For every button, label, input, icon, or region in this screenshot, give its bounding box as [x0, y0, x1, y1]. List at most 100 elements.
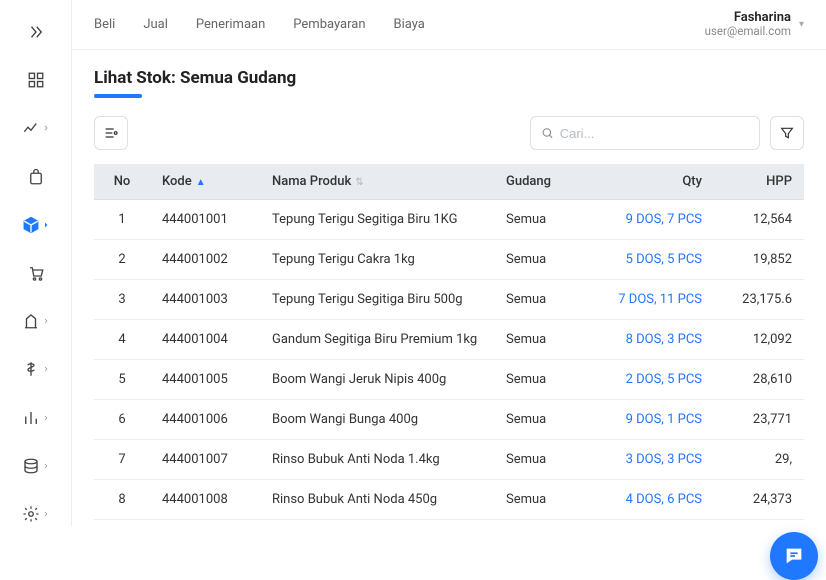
chevron-right-icon [42, 124, 50, 132]
sidebar-item-dashboard[interactable] [16, 68, 56, 92]
cart-icon [27, 264, 45, 282]
qty-link[interactable]: 9 DOS, 1 PCS [626, 412, 702, 427]
cell-nama: Boom Wangi Jeruk Nipis 400g [260, 360, 494, 400]
main-area: Beli Jual Penerimaan Pembayaran Biaya Fa… [72, 0, 826, 526]
chevron-right-icon [42, 221, 50, 229]
chart-line-icon [22, 119, 40, 137]
sidebar-item-analytics[interactable] [16, 116, 56, 140]
filter-button[interactable] [770, 116, 804, 150]
cell-hpp: 29, [714, 440, 804, 480]
topnav-beli[interactable]: Beli [94, 17, 115, 32]
sidebar-item-building[interactable] [16, 309, 56, 333]
filter-icon [779, 125, 795, 141]
qty-link[interactable]: 2 DOS, 5 PCS [626, 372, 702, 387]
cell-kode: 444001005 [150, 360, 260, 400]
stock-table: No Kode▲ Nama Produk⇅ Gudang Qty HPP 144… [94, 164, 804, 520]
chat-icon [783, 545, 805, 567]
cell-gudang: Semua [494, 480, 584, 520]
cell-no: 4 [94, 320, 150, 360]
user-menu[interactable]: Fasharina user@email.com ▾ [705, 10, 804, 39]
cell-kode: 444001008 [150, 480, 260, 520]
user-name: Fasharina [705, 10, 791, 26]
qty-link[interactable]: 3 DOS, 3 PCS [626, 452, 702, 467]
sidebar-item-database[interactable] [16, 454, 56, 478]
grid-icon [27, 71, 45, 89]
cell-nama: Tepung Terigu Segitiga Biru 500g [260, 280, 494, 320]
cell-hpp: 23,175.6 [714, 280, 804, 320]
col-hpp[interactable]: HPP [714, 164, 804, 200]
toolbar [94, 116, 804, 150]
cell-qty: 5 DOS, 5 PCS [584, 240, 714, 280]
cell-kode: 444001006 [150, 400, 260, 440]
cell-qty: 3 DOS, 3 PCS [584, 440, 714, 480]
cell-qty: 8 DOS, 3 PCS [584, 320, 714, 360]
bag-icon [27, 168, 45, 186]
database-icon [22, 457, 40, 475]
cell-no: 5 [94, 360, 150, 400]
cell-hpp: 24,373 [714, 480, 804, 520]
table-row[interactable]: 7444001007Rinso Bubuk Anti Noda 1.4kgSem… [94, 440, 804, 480]
sidebar-toggle[interactable] [16, 20, 56, 44]
topnav-penerimaan[interactable]: Penerimaan [196, 17, 265, 32]
topnav-jual[interactable]: Jual [143, 17, 168, 32]
dollar-icon [22, 360, 40, 378]
sidebar-item-reports[interactable] [16, 406, 56, 430]
cell-kode: 444001003 [150, 280, 260, 320]
col-nama[interactable]: Nama Produk⇅ [260, 164, 494, 200]
cell-hpp: 28,610 [714, 360, 804, 400]
table-row[interactable]: 1444001001Tepung Terigu Segitiga Biru 1K… [94, 200, 804, 240]
table-row[interactable]: 3444001003Tepung Terigu Segitiga Biru 50… [94, 280, 804, 320]
table-row[interactable]: 8444001008Rinso Bubuk Anti Noda 450gSemu… [94, 480, 804, 520]
qty-link[interactable]: 5 DOS, 5 PCS [626, 252, 702, 267]
table-header-row: No Kode▲ Nama Produk⇅ Gudang Qty HPP [94, 164, 804, 200]
chat-fab[interactable] [770, 532, 818, 580]
topnav-biaya[interactable]: Biaya [394, 17, 425, 32]
col-no[interactable]: No [94, 164, 150, 200]
sort-asc-icon: ▲ [196, 177, 206, 188]
table-row[interactable]: 2444001002Tepung Terigu Cakra 1kgSemua5 … [94, 240, 804, 280]
topnav: Beli Jual Penerimaan Pembayaran Biaya Fa… [72, 0, 826, 50]
qty-link[interactable]: 7 DOS, 11 PCS [618, 292, 702, 307]
cell-no: 7 [94, 440, 150, 480]
table-row[interactable]: 5444001005Boom Wangi Jeruk Nipis 400gSem… [94, 360, 804, 400]
cell-hpp: 23,771 [714, 400, 804, 440]
table-row[interactable]: 4444001004Gandum Segitiga Biru Premium 1… [94, 320, 804, 360]
sidebar-item-inventory[interactable] [16, 213, 56, 237]
col-qty[interactable]: Qty [584, 164, 714, 200]
list-settings-icon [103, 125, 119, 141]
cell-gudang: Semua [494, 360, 584, 400]
sidebar-item-finance[interactable] [16, 357, 56, 381]
col-kode[interactable]: Kode▲ [150, 164, 260, 200]
sidebar-item-settings[interactable] [16, 502, 56, 526]
cell-nama: Rinso Bubuk Anti Noda 450g [260, 480, 494, 520]
qty-link[interactable]: 4 DOS, 6 PCS [626, 492, 702, 507]
caret-down-icon: ▾ [799, 19, 804, 30]
cell-gudang: Semua [494, 240, 584, 280]
cell-nama: Boom Wangi Bunga 400g [260, 400, 494, 440]
sidebar-item-cart[interactable] [16, 261, 56, 285]
qty-link[interactable]: 9 DOS, 7 PCS [626, 212, 702, 227]
sort-neutral-icon: ⇅ [355, 177, 363, 188]
search-input[interactable] [560, 126, 749, 141]
col-gudang[interactable]: Gudang [494, 164, 584, 200]
cell-no: 1 [94, 200, 150, 240]
cell-kode: 444001007 [150, 440, 260, 480]
cell-qty: 9 DOS, 1 PCS [584, 400, 714, 440]
topnav-pembayaran[interactable]: Pembayaran [293, 17, 365, 32]
table-row[interactable]: 6444001006Boom Wangi Bunga 400gSemua9 DO… [94, 400, 804, 440]
box-icon [22, 216, 40, 234]
cell-nama: Tepung Terigu Segitiga Biru 1KG [260, 200, 494, 240]
search-box[interactable] [530, 116, 760, 150]
cell-nama: Tepung Terigu Cakra 1kg [260, 240, 494, 280]
sidebar-item-purchase[interactable] [16, 165, 56, 189]
columns-button[interactable] [94, 116, 128, 150]
cell-qty: 9 DOS, 7 PCS [584, 200, 714, 240]
chevron-right-icon [42, 462, 50, 470]
cell-qty: 2 DOS, 5 PCS [584, 360, 714, 400]
progress-indicator [94, 94, 142, 98]
cell-nama: Gandum Segitiga Biru Premium 1kg [260, 320, 494, 360]
cell-gudang: Semua [494, 200, 584, 240]
chevron-right-icon [42, 317, 50, 325]
gear-icon [22, 505, 40, 523]
qty-link[interactable]: 8 DOS, 3 PCS [626, 332, 702, 347]
